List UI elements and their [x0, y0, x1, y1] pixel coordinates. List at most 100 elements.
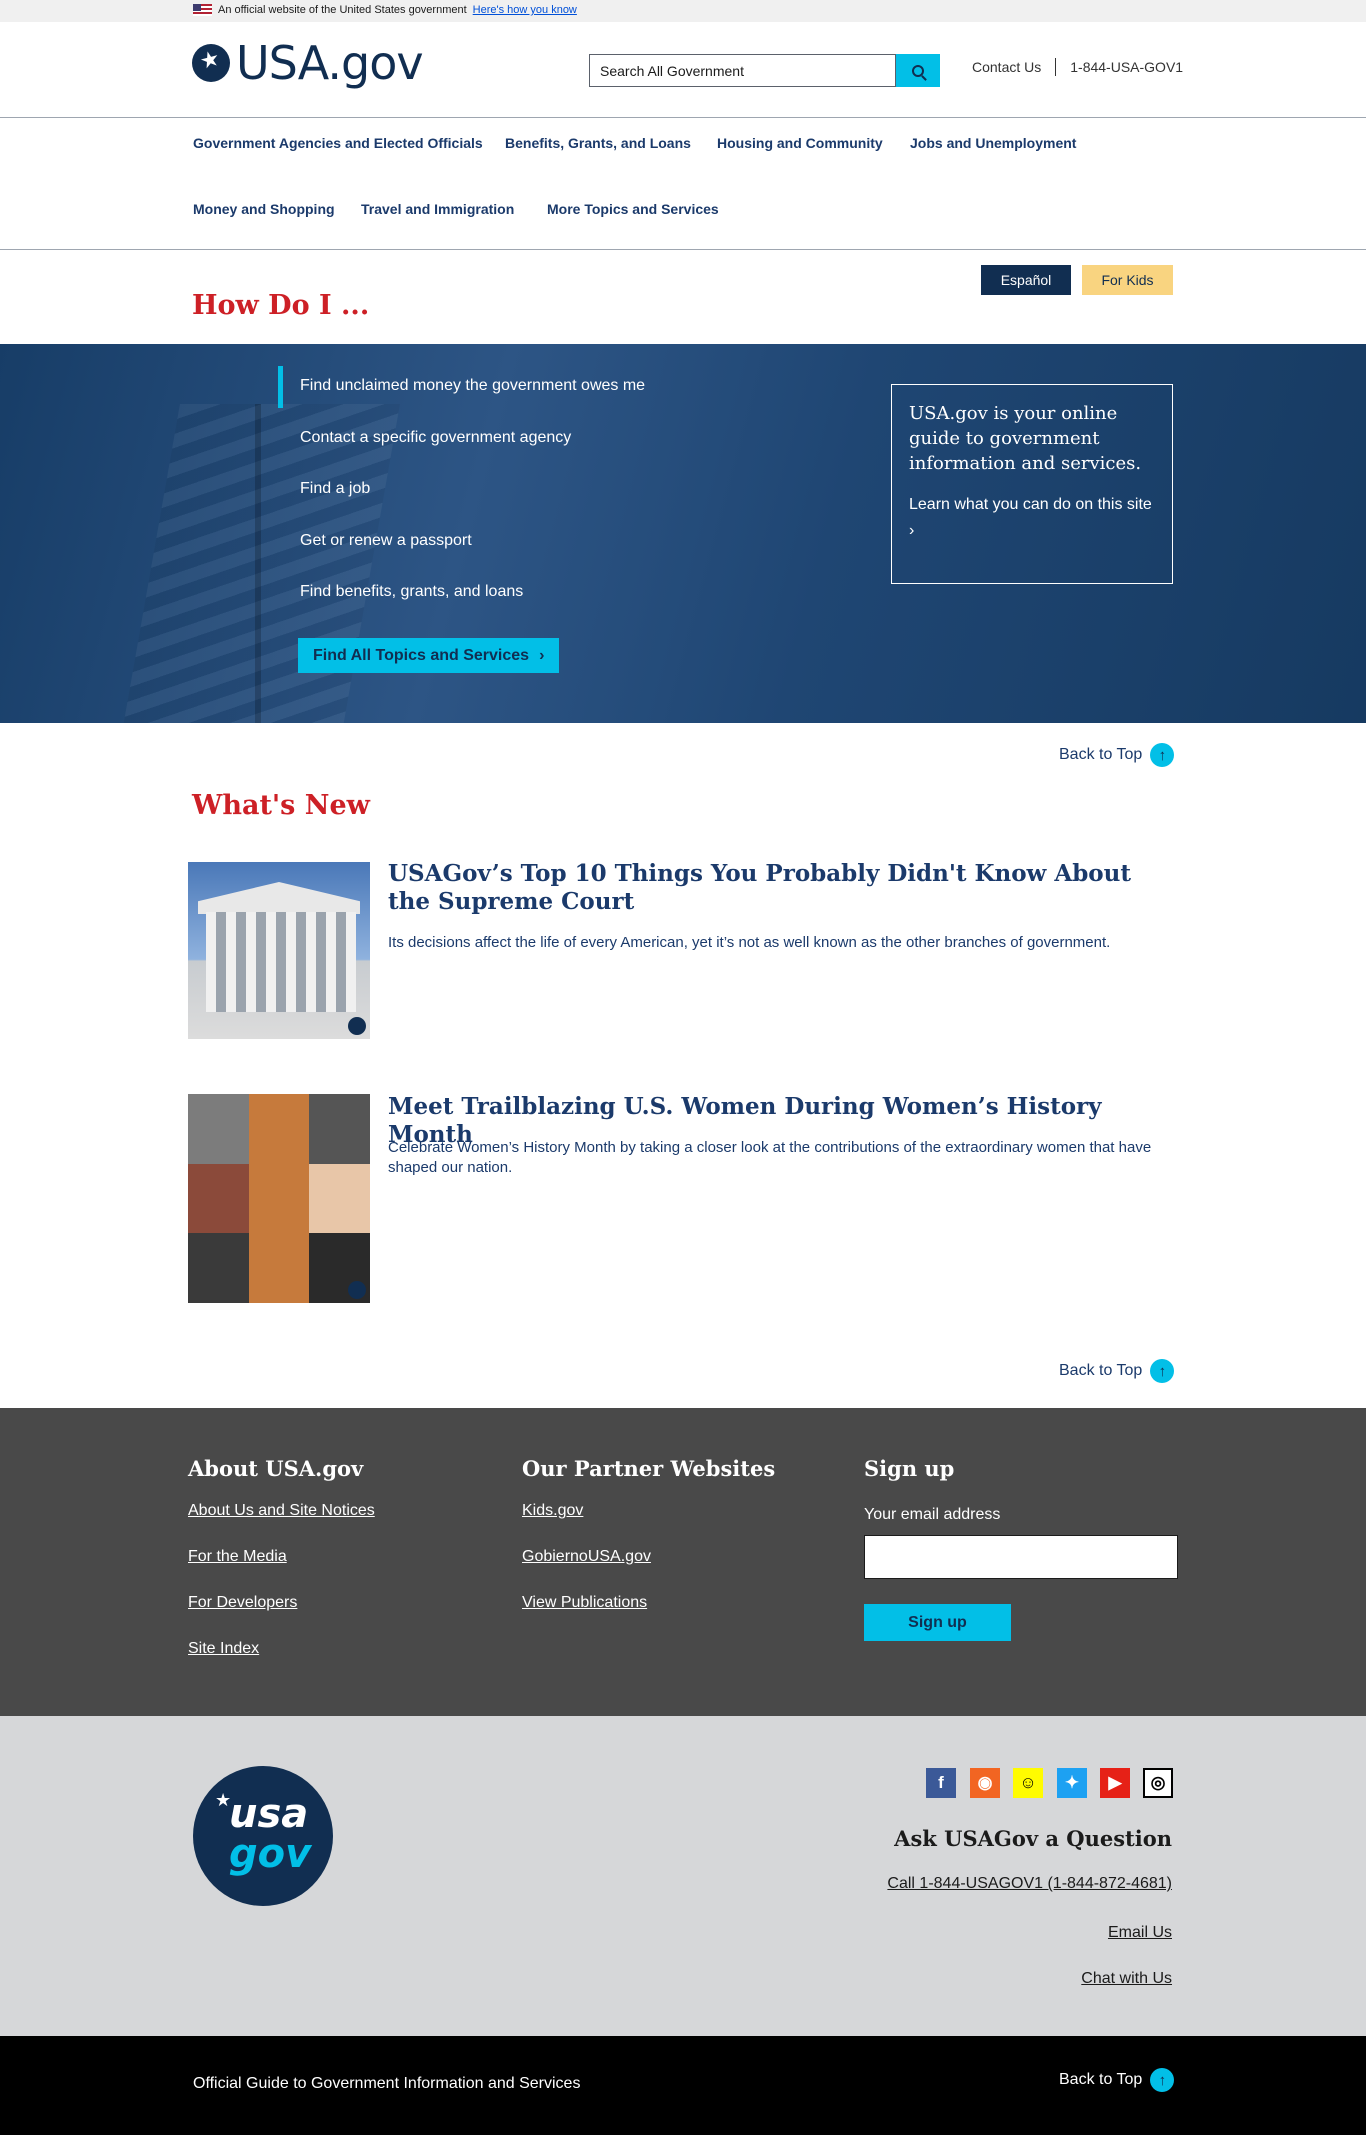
- find-all-topics-button[interactable]: Find All Topics and Services ›: [298, 638, 560, 673]
- back-to-top-link[interactable]: Back to Top ↑: [1059, 2068, 1175, 2092]
- search-icon: [912, 64, 924, 77]
- arrow-up-icon: ↑: [1150, 2068, 1175, 2092]
- email-field[interactable]: [864, 1535, 1178, 1579]
- how-do-i-item[interactable]: Find benefits, grants, and loans: [278, 580, 645, 632]
- logo-gov-text: .gov: [327, 36, 423, 90]
- site-header: USA.gov Contact Us 1-844-USA-GOV1: [0, 22, 1366, 118]
- call-link[interactable]: Call 1-844-USAGOV1 (1-844-872-4681): [887, 1875, 1172, 1893]
- womens-history-image[interactable]: [188, 1094, 370, 1303]
- contact-us-link[interactable]: Contact Us: [972, 59, 1041, 75]
- for-kids-button[interactable]: For Kids: [1082, 265, 1173, 295]
- instagram-icon[interactable]: ◎: [1143, 1768, 1173, 1798]
- how-do-i-link[interactable]: Find benefits, grants, and loans: [300, 583, 523, 600]
- footer-link[interactable]: GobiernoUSA.gov: [522, 1548, 651, 1566]
- collage-tile: [248, 1094, 310, 1303]
- footer-link[interactable]: About Us and Site Notices: [188, 1502, 375, 1520]
- rss-icon[interactable]: ◉: [970, 1768, 1000, 1798]
- back-to-top-label: Back to Top: [1059, 746, 1143, 763]
- nav-item-government-agencies[interactable]: Government Agencies and Elected Official…: [193, 135, 483, 151]
- footer-link[interactable]: Kids.gov: [522, 1502, 583, 1520]
- how-do-i-item[interactable]: Get or renew a passport: [278, 529, 645, 581]
- how-do-i-link[interactable]: Find a job: [300, 480, 370, 497]
- nav-item-housing[interactable]: Housing and Community: [717, 135, 883, 151]
- back-to-top-link[interactable]: Back to Top ↑: [1059, 743, 1175, 767]
- email-label: Your email address: [864, 1506, 1001, 1523]
- court-roof: [198, 882, 360, 914]
- learn-more-link[interactable]: Learn what you can do on this site: [909, 496, 1152, 513]
- about-callout-box: USA.gov is your online guide to governme…: [891, 384, 1173, 584]
- nav-item-more-topics[interactable]: More Topics and Services: [547, 201, 719, 217]
- header-contact: Contact Us 1-844-USA-GOV1: [972, 58, 1183, 76]
- logo-usa-text: USA: [236, 36, 328, 90]
- how-do-i-link[interactable]: Find unclaimed money the government owes…: [300, 377, 645, 394]
- footer-link[interactable]: View Publications: [522, 1594, 647, 1612]
- how-do-i-item[interactable]: Contact a specific government agency: [278, 426, 645, 478]
- nav-item-travel[interactable]: Travel and Immigration: [361, 201, 514, 217]
- main-nav: Government Agencies and Elected Official…: [0, 118, 1366, 250]
- how-do-i-item[interactable]: Find a job: [278, 477, 645, 529]
- ask-usagov-heading: Ask USAGov a Question: [894, 1826, 1172, 1851]
- footer-logo-usa: usa: [229, 1791, 309, 1837]
- arrow-up-icon: ↑: [1150, 1359, 1175, 1383]
- phone-link[interactable]: 1-844-USA-GOV1: [1070, 59, 1183, 75]
- find-all-topics-label: Find All Topics and Services: [313, 646, 530, 664]
- supreme-court-image[interactable]: [188, 862, 370, 1039]
- footer-link[interactable]: For the Media: [188, 1548, 287, 1566]
- espanol-button[interactable]: Español: [981, 265, 1071, 295]
- sign-up-heading: Sign up: [864, 1456, 955, 1481]
- how-do-i-item[interactable]: Find unclaimed money the government owes…: [278, 366, 645, 426]
- collage-tile: [188, 1094, 249, 1164]
- callout-title: USA.gov is your online guide to governme…: [909, 403, 1142, 474]
- star-logo-icon: [192, 44, 230, 82]
- search-form: [589, 54, 940, 87]
- snapchat-icon[interactable]: ☺: [1013, 1768, 1043, 1798]
- footer-logo-gov: gov: [229, 1831, 312, 1877]
- official-banner: An official website of the United States…: [0, 0, 1366, 22]
- how-do-i-list: Find unclaimed money the government owes…: [278, 366, 645, 632]
- back-to-top-link[interactable]: Back to Top ↑: [1059, 1359, 1175, 1383]
- nav-item-money[interactable]: Money and Shopping: [193, 201, 335, 217]
- collage-tile: [309, 1094, 370, 1164]
- how-do-i-link[interactable]: Get or renew a passport: [300, 532, 472, 549]
- footer-tagline: Official Guide to Government Information…: [193, 2075, 581, 2092]
- twitter-icon[interactable]: ✦: [1057, 1768, 1087, 1798]
- usagov-badge-icon: [348, 1281, 366, 1299]
- flag-pole-decoration: [255, 404, 261, 723]
- search-input[interactable]: [589, 54, 896, 87]
- partner-websites-heading: Our Partner Websites: [522, 1456, 776, 1481]
- back-to-top-label: Back to Top: [1059, 2071, 1143, 2088]
- collage-tile: [309, 1163, 370, 1234]
- collage-tile: [188, 1233, 249, 1303]
- arrow-up-icon: ↑: [1150, 743, 1175, 767]
- article-title[interactable]: USAGov’s Top 10 Things You Probably Didn…: [388, 860, 1168, 916]
- footer-link[interactable]: Site Index: [188, 1640, 259, 1658]
- how-do-i-link[interactable]: Contact a specific government agency: [300, 429, 571, 446]
- nav-item-benefits[interactable]: Benefits, Grants, and Loans: [505, 135, 691, 151]
- sign-up-button[interactable]: Sign up: [864, 1604, 1011, 1641]
- youtube-icon[interactable]: ▶: [1100, 1768, 1130, 1798]
- us-flag-icon: [193, 4, 212, 16]
- about-usagov-heading: About USA.gov: [188, 1456, 364, 1481]
- whats-new-heading: What's New: [192, 790, 370, 821]
- chat-with-us-link[interactable]: Chat with Us: [1081, 1970, 1172, 1988]
- chevron-right-icon: ›: [539, 646, 545, 664]
- usagov-footer-logo[interactable]: ★ usa gov: [193, 1766, 333, 1906]
- article-description: Celebrate Women’s History Month by takin…: [388, 1139, 1152, 1176]
- email-us-link[interactable]: Email Us: [1108, 1924, 1172, 1942]
- court-pillars: [206, 912, 356, 1012]
- usagov-logo[interactable]: USA.gov: [192, 40, 424, 86]
- official-banner-text: An official website of the United States…: [218, 4, 467, 16]
- back-to-top-label: Back to Top: [1059, 1362, 1143, 1379]
- how-do-i-hero: Find unclaimed money the government owes…: [0, 344, 1366, 723]
- search-button[interactable]: [896, 54, 940, 87]
- nav-item-jobs[interactable]: Jobs and Unemployment: [910, 135, 1076, 151]
- heres-how-you-know-link[interactable]: Here's how you know: [473, 4, 577, 16]
- how-do-i-heading: How Do I ...: [192, 290, 370, 321]
- chevron-right-icon: ›: [909, 522, 915, 539]
- footer-link[interactable]: For Developers: [188, 1594, 297, 1612]
- facebook-icon[interactable]: f: [926, 1768, 956, 1798]
- collage-tile: [188, 1163, 249, 1234]
- usagov-badge-icon: [348, 1017, 366, 1035]
- divider: [1055, 58, 1057, 76]
- article-description: Its decisions affect the life of every A…: [388, 934, 1111, 951]
